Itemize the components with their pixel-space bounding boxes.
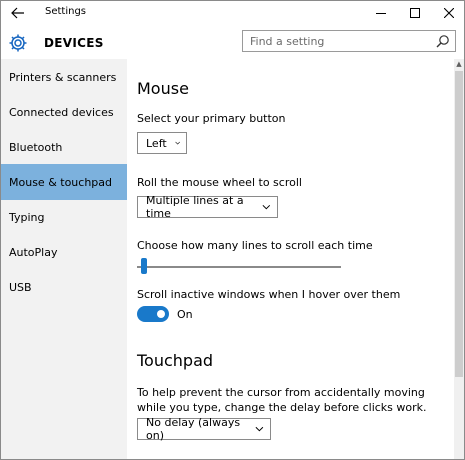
- sidebar-item-typing[interactable]: Typing: [1, 199, 127, 235]
- mouse-heading: Mouse: [137, 79, 189, 98]
- close-icon: [444, 8, 454, 18]
- sidebar-item-label: AutoPlay: [9, 245, 58, 259]
- sidebar: Printers & scanners Connected devices Bl…: [1, 59, 127, 459]
- window-title: Settings: [45, 6, 87, 17]
- minimize-icon: [376, 12, 386, 14]
- inactive-scroll-label: Scroll inactive windows when I hover ove…: [137, 288, 401, 301]
- chevron-down-icon: [262, 204, 271, 210]
- gear-icon: [8, 33, 28, 53]
- minimize-button[interactable]: [364, 1, 398, 25]
- primary-button-dropdown[interactable]: Left: [137, 132, 187, 154]
- search-box[interactable]: [242, 30, 456, 52]
- sidebar-item-bluetooth[interactable]: Bluetooth: [1, 129, 127, 165]
- sidebar-item-label: Connected devices: [9, 105, 114, 119]
- sidebar-item-label: Mouse & touchpad: [9, 175, 113, 189]
- lines-slider-track[interactable]: [137, 266, 341, 268]
- touchpad-delay-value: No delay (always on): [146, 416, 241, 442]
- lines-slider-thumb[interactable]: [141, 258, 147, 274]
- sidebar-item-autoplay[interactable]: AutoPlay: [1, 234, 127, 270]
- content-pane: Mouse Select your primary button Left Ro…: [127, 59, 454, 459]
- maximize-button[interactable]: [398, 1, 432, 25]
- chevron-down-icon: [255, 426, 264, 432]
- chevron-down-icon: [175, 141, 180, 145]
- sidebar-item-label: Typing: [9, 210, 45, 224]
- touchpad-delay-dropdown[interactable]: No delay (always on): [137, 416, 271, 442]
- sidebar-item-usb[interactable]: USB: [1, 269, 127, 305]
- vertical-scrollbar[interactable]: ▲: [454, 59, 464, 459]
- touchpad-heading: Touchpad: [137, 351, 214, 370]
- search-icon[interactable]: [436, 34, 450, 48]
- inactive-scroll-toggle[interactable]: [137, 306, 169, 322]
- title-bar: Settings: [1, 1, 464, 25]
- toggle-state-label: On: [177, 308, 193, 321]
- sidebar-item-connected-devices[interactable]: Connected devices: [1, 94, 127, 130]
- back-arrow-icon[interactable]: [7, 3, 29, 23]
- touchpad-delay-description: To help prevent the cursor from accident…: [137, 386, 427, 414]
- maximize-icon: [410, 8, 420, 18]
- scrollbar-thumb[interactable]: [455, 71, 463, 377]
- sidebar-item-label: Printers & scanners: [9, 70, 117, 84]
- primary-button-label: Select your primary button: [137, 112, 286, 125]
- scroll-up-icon[interactable]: ▲: [454, 59, 464, 69]
- close-button[interactable]: [432, 1, 464, 25]
- settings-window: Settings DEVICES Printers & scanners Con…: [0, 0, 465, 460]
- toggle-knob: [157, 310, 165, 318]
- sidebar-item-printers-scanners[interactable]: Printers & scanners: [1, 59, 127, 95]
- sidebar-item-label: Bluetooth: [9, 140, 63, 154]
- search-input[interactable]: [243, 31, 430, 51]
- page-title: DEVICES: [44, 36, 104, 50]
- wheel-scroll-dropdown[interactable]: Multiple lines at a time: [137, 194, 278, 220]
- sidebar-item-label: USB: [9, 280, 32, 294]
- primary-button-value: Left: [146, 136, 167, 150]
- wheel-scroll-value: Multiple lines at a time: [146, 194, 244, 220]
- lines-to-scroll-label: Choose how many lines to scroll each tim…: [137, 239, 373, 252]
- sidebar-item-mouse-touchpad[interactable]: Mouse & touchpad: [1, 164, 127, 200]
- wheel-scroll-label: Roll the mouse wheel to scroll: [137, 176, 302, 189]
